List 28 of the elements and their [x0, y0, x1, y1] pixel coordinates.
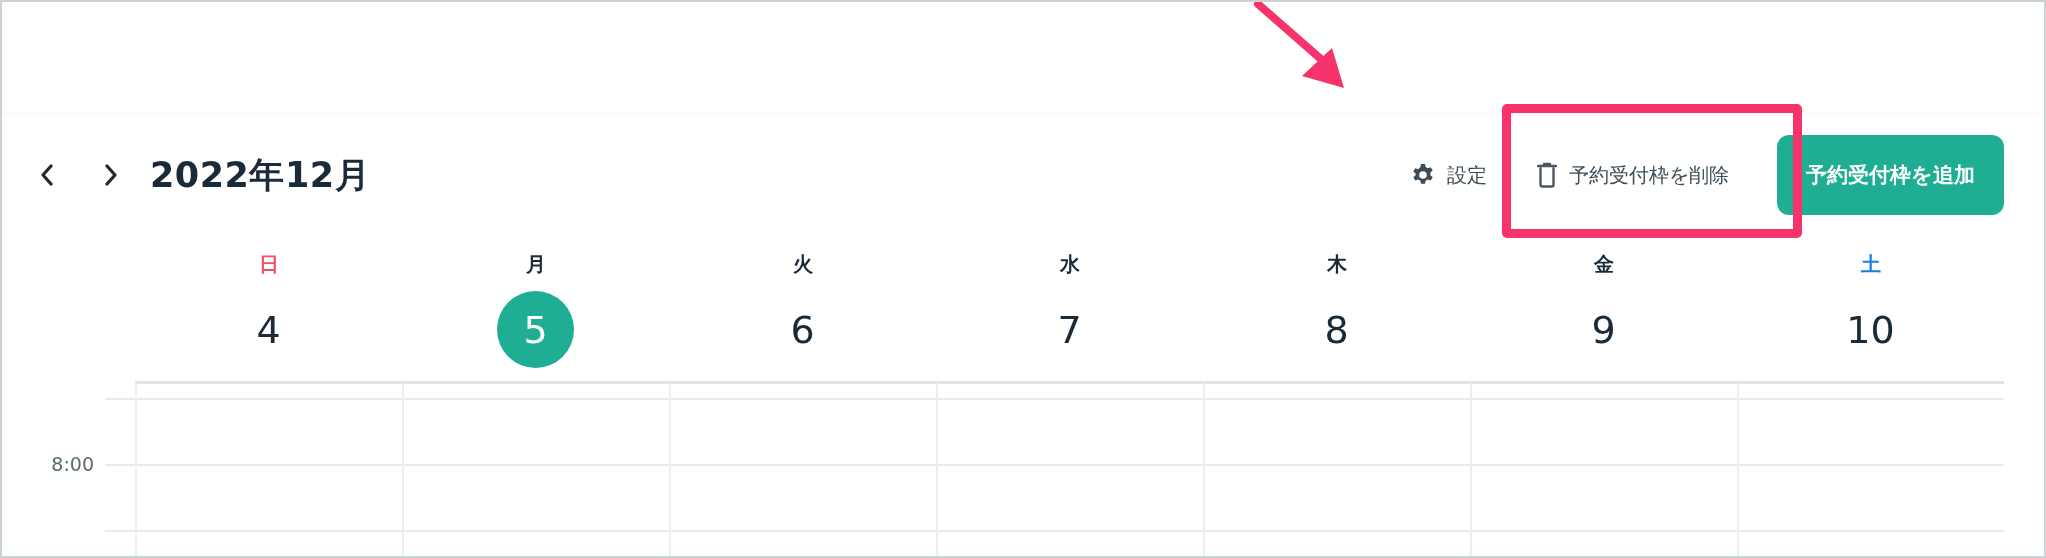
- weekday-label: 日: [258, 251, 279, 278]
- day-column[interactable]: [936, 381, 1203, 556]
- delete-slots-button[interactable]: 予約受付枠を削除: [1527, 135, 1737, 215]
- day-column[interactable]: [669, 381, 936, 556]
- date-label[interactable]: 8: [1298, 291, 1375, 368]
- weekday-label: 金: [1593, 251, 1614, 278]
- trash-icon: [1537, 162, 1557, 188]
- date-label[interactable]: 6: [764, 291, 841, 368]
- chevron-right-icon: [104, 164, 118, 186]
- weekday-label: 月: [525, 251, 546, 278]
- date-label[interactable]: 9: [1565, 291, 1642, 368]
- weekday-label: 土: [1860, 251, 1881, 278]
- settings-button[interactable]: 設定: [1397, 135, 1501, 215]
- settings-icon: [1411, 163, 1435, 187]
- weekday-label: 水: [1059, 251, 1080, 278]
- day-column[interactable]: [402, 381, 669, 556]
- weekday-label: 木: [1326, 251, 1347, 278]
- day-column[interactable]: [1203, 381, 1470, 556]
- date-label[interactable]: 4: [230, 291, 307, 368]
- weekday-label: 火: [792, 251, 813, 278]
- chevron-left-icon: [40, 164, 54, 186]
- month-title: 2022年12月: [150, 153, 371, 197]
- day-column[interactable]: [135, 381, 402, 556]
- date-label[interactable]: 10: [1832, 291, 1909, 368]
- date-label[interactable]: 7: [1031, 291, 1108, 368]
- day-column[interactable]: [1470, 381, 1737, 556]
- day-column[interactable]: [1737, 381, 2004, 556]
- time-label: 8:00: [51, 452, 94, 477]
